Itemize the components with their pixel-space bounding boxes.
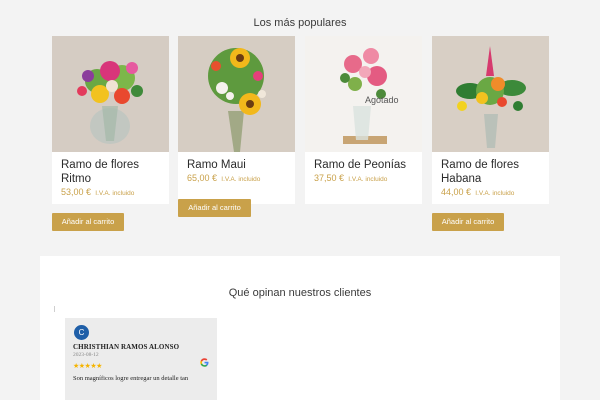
product-name[interactable]: Ramo Maui — [187, 158, 287, 172]
product-name[interactable]: Ramo de flores Ritmo — [61, 158, 161, 186]
product-price: 53,00 € — [61, 187, 92, 197]
product-info: Ramo de flores Ritmo 53,00 € I.V.A. incl… — [52, 152, 169, 204]
product-image[interactable] — [178, 36, 295, 152]
avatar: C — [74, 325, 89, 340]
add-to-cart-button[interactable]: Añadir al carrito — [178, 199, 251, 217]
tax-note: I.V.A. incluido — [348, 176, 388, 183]
product-info: Ramo Maui 65,00 € I.V.A. incluido — [178, 152, 295, 204]
popular-section-title: Los más populares — [253, 17, 347, 29]
price-row: 37,50 € I.V.A. incluido — [314, 173, 414, 183]
product-price: 37,50 € — [314, 173, 345, 183]
google-icon — [200, 358, 209, 367]
bouquet-peonias-image — [305, 36, 422, 152]
review-date: 2023-08-12 — [73, 352, 99, 358]
tax-note: I.V.A. incluido — [221, 176, 261, 183]
product-image[interactable] — [305, 36, 422, 152]
product-price: 65,00 € — [187, 173, 218, 183]
review-card: C CHRISTHIAN RAMOS ALONSO 2023-08-12 ★★★… — [65, 318, 217, 400]
product-card[interactable]: Agotado Ramo de Peonías 37,50 € I.V.A. i… — [305, 36, 422, 204]
add-to-cart-button[interactable]: Añadir al carrito — [432, 213, 504, 231]
review-author: CHRISTHIAN RAMOS ALONSO — [73, 343, 180, 351]
product-name[interactable]: Ramo de flores Habana — [441, 158, 541, 186]
bouquet-habana-image — [432, 36, 549, 152]
bouquet-maui-image — [178, 36, 295, 152]
product-name[interactable]: Ramo de Peonías — [314, 158, 414, 172]
product-image[interactable] — [52, 36, 169, 152]
product-price: 44,00 € — [441, 187, 472, 197]
rating-stars: ★★★★★ — [73, 362, 102, 370]
page: Los más populares Ramo de flores Ritmo 5… — [0, 0, 600, 400]
product-card[interactable]: Ramo Maui 65,00 € I.V.A. incluido — [178, 36, 295, 204]
carousel-edge — [54, 306, 55, 312]
tax-note: I.V.A. incluido — [95, 190, 135, 197]
tax-note: I.V.A. incluido — [475, 190, 515, 197]
review-text: Son magníficos logre entregar un detalle… — [73, 375, 189, 382]
add-to-cart-button[interactable]: Añadir al carrito — [52, 213, 124, 231]
product-card[interactable]: Ramo de flores Habana 44,00 € I.V.A. inc… — [432, 36, 549, 204]
product-info: Ramo de Peonías 37,50 € I.V.A. incluido — [305, 152, 422, 204]
product-card[interactable]: Ramo de flores Ritmo 53,00 € I.V.A. incl… — [52, 36, 169, 204]
reviews-section: Qué opinan nuestros clientes C CHRISTHIA… — [40, 256, 560, 400]
product-info: Ramo de flores Habana 44,00 € I.V.A. inc… — [432, 152, 549, 204]
price-row: 65,00 € I.V.A. incluido — [187, 173, 287, 183]
product-image[interactable] — [432, 36, 549, 152]
reviews-section-title: Qué opinan nuestros clientes — [228, 287, 372, 299]
price-row: 44,00 € I.V.A. incluido — [441, 187, 541, 197]
bouquet-ritmo-image — [52, 36, 169, 152]
price-row: 53,00 € I.V.A. incluido — [61, 187, 161, 197]
sold-out-label: Agotado — [365, 95, 399, 105]
